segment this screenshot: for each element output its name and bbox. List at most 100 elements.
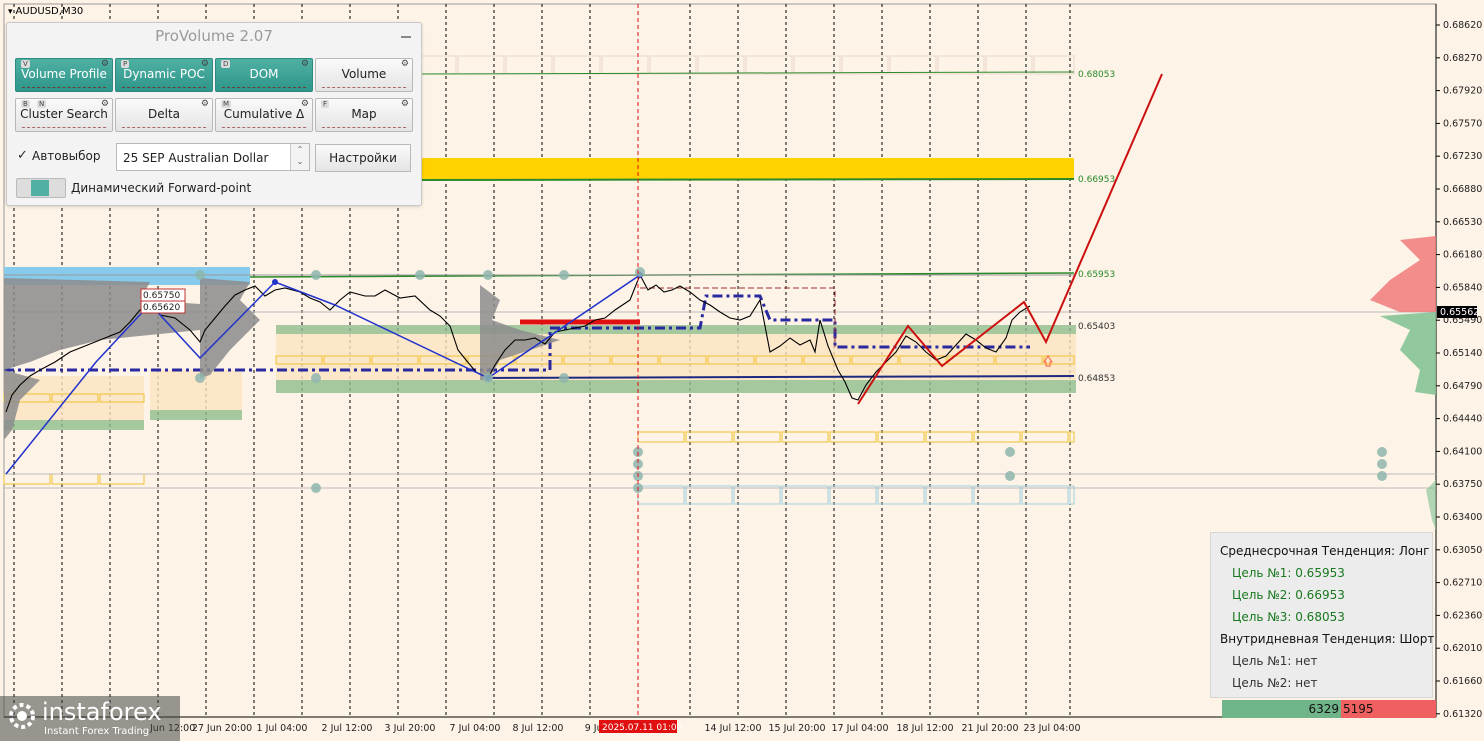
mid-target-2: Цель №2: 0.66953: [1232, 588, 1345, 602]
gear-icon[interactable]: ⚙: [401, 60, 409, 69]
green-zone-lower: [276, 380, 1076, 393]
option-dots: [222, 84, 306, 88]
provolume-panel[interactable]: ProVolume 2.07 V ⚙ Volume Profile P ⚙ Dynamic…: [6, 22, 422, 206]
gear-icon[interactable]: ⚙: [301, 100, 309, 109]
price-tick-label: 0.65140: [1443, 348, 1482, 359]
option-dots: [322, 124, 406, 128]
price-tick-label: 0.68620: [1443, 20, 1482, 31]
price-tick-label: 0.61320: [1443, 709, 1482, 720]
time-tick-label: 3 Jul 20:00: [385, 723, 436, 734]
mid-target-3: Цель №3: 0.68053: [1232, 610, 1345, 624]
price-tick-label: 0.67570: [1443, 118, 1482, 129]
buy-volume-value: 6329: [1308, 702, 1339, 716]
price-tick-label: 0.62010: [1443, 643, 1482, 654]
level-label: 0.64853: [1078, 374, 1115, 384]
price-tick-label: 0.68270: [1443, 53, 1482, 64]
price-tick-label: 0.65840: [1443, 282, 1482, 293]
contract-value: 25 SEP Australian Dollar: [123, 151, 269, 165]
gear-icon[interactable]: ⚙: [301, 60, 309, 69]
gear-icon[interactable]: ⚙: [201, 100, 209, 109]
dom-button[interactable]: D ⚙ DOM: [215, 58, 313, 92]
symbol-label[interactable]: AUDUSD,M30: [8, 6, 84, 17]
current-price-label: 0.65562: [1440, 307, 1479, 318]
forward-point-toggle[interactable]: [16, 178, 66, 198]
hotkey-badge: F: [321, 100, 330, 108]
time-tick-label: 15 Jul 20:00: [769, 723, 826, 734]
sell-volume-bar: 5195: [1341, 700, 1436, 718]
logo-icon: [9, 703, 35, 729]
time-tick-label: 14 Jul 12:00: [705, 723, 762, 734]
level-label: 0.65403: [1078, 322, 1115, 332]
intra-target-2: Цель №2: нет: [1232, 676, 1318, 690]
buy-volume-bar: 6329: [1222, 700, 1341, 718]
time-tick-label: 2 Jul 12:00: [322, 723, 373, 734]
mid-trend-title: Среднесрочная Тенденция: Лонг: [1220, 544, 1430, 558]
price-tick-label: 0.63400: [1443, 512, 1482, 523]
hotkey-badge: M: [221, 100, 232, 108]
mid-target-1: Цель №1: 0.65953: [1232, 566, 1345, 580]
option-dots: [22, 84, 106, 88]
price-tick-label: 0.67230: [1443, 151, 1482, 162]
autoselect-checkbox[interactable]: ✓: [17, 149, 29, 162]
hotkey-badge: V: [21, 60, 30, 68]
time-tick-label: 18 Jul 12:00: [897, 723, 954, 734]
price-tick-label: 0.64790: [1443, 381, 1482, 392]
volume-button[interactable]: ⚙ Volume: [315, 58, 413, 92]
hotkey-badge: P: [121, 60, 130, 68]
price-tick-label: 0.62360: [1443, 610, 1482, 621]
level-label: 0.65953: [1078, 270, 1115, 280]
current-time-tag: 2025.07.11 01:00: [599, 720, 683, 733]
instaforex-logo: instaforex Instant Forex Trading: [0, 696, 180, 741]
gear-icon[interactable]: ⚙: [401, 100, 409, 109]
time-tick-label: 1 Jul 04:00: [257, 723, 308, 734]
cluster-search-button[interactable]: B N ⚙ Cluster Search: [15, 98, 113, 132]
price-tick-label: 0.63050: [1443, 545, 1482, 556]
logo-tagline: Instant Forex Trading: [44, 726, 150, 737]
trend-info-box: Среднесрочная Тенденция: Лонг Цель №1: 0…: [1210, 532, 1435, 698]
current-price-tag: 0.65562: [1437, 306, 1479, 318]
price-tick-label: 0.66180: [1443, 250, 1482, 261]
target-zone-yellow: [410, 158, 1074, 180]
time-tick-label: 21 Jul 20:00: [962, 723, 1019, 734]
gear-icon[interactable]: ⚙: [101, 100, 109, 109]
time-tick-label: 23 Jul 04:00: [1024, 723, 1081, 734]
dynamic-poc-button[interactable]: P ⚙ Dynamic POC: [115, 58, 213, 92]
logo-name: instaforex: [42, 698, 162, 726]
map-button[interactable]: F ⚙ Map: [315, 98, 413, 132]
gear-icon[interactable]: ⚙: [201, 60, 209, 69]
option-dots: [122, 84, 206, 88]
green-zone-left: [4, 420, 144, 430]
sell-volume-value: 5195: [1343, 702, 1374, 716]
option-dots: [122, 124, 206, 128]
forward-point-label: Динамический Forward-point: [71, 181, 252, 195]
beige-zone: [276, 334, 1076, 380]
time-tick-label: 7 Jul 04:00: [450, 723, 501, 734]
autoselect-label: Автовыбор: [32, 149, 101, 163]
poc-label-lower: 0.65620: [143, 303, 180, 313]
price-tick-label: 0.62710: [1443, 578, 1482, 589]
option-dots: [322, 84, 406, 88]
intra-trend-title: Внутридневная Тенденция: Шорт: [1220, 632, 1435, 646]
hotkey-badge: B: [21, 100, 30, 108]
time-tick-label: 17 Jul 04:00: [832, 723, 889, 734]
price-tick-label: 0.67920: [1443, 86, 1482, 97]
delta-button[interactable]: ⚙ Delta: [115, 98, 213, 132]
hotkey-badge: D: [221, 60, 231, 68]
hotkey-badge: N: [37, 100, 47, 108]
contract-select[interactable]: 25 SEP Australian Dollar ⌃ ⌄: [116, 143, 310, 171]
price-tick-label: 0.66880: [1443, 184, 1482, 195]
poc-labels: 0.65750 0.65620: [140, 288, 186, 314]
spinner-icon[interactable]: ⌃ ⌄: [290, 144, 309, 170]
green-zone-left2: [150, 410, 242, 420]
minimize-icon[interactable]: [399, 27, 413, 41]
gear-icon[interactable]: ⚙: [101, 60, 109, 69]
price-tick-label: 0.66530: [1443, 217, 1482, 228]
option-dots: [222, 124, 306, 128]
price-tick-label: 0.64100: [1443, 446, 1482, 457]
volume-profile-button[interactable]: V ⚙ Volume Profile: [15, 58, 113, 92]
level-label: 0.66953: [1078, 175, 1115, 185]
cumulative-button[interactable]: M ⚙ Cumulative Δ: [215, 98, 313, 132]
price-tick-label: 0.61660: [1443, 676, 1482, 687]
level-label: 0.68053: [1078, 70, 1115, 80]
settings-button[interactable]: Настройки: [315, 144, 411, 172]
